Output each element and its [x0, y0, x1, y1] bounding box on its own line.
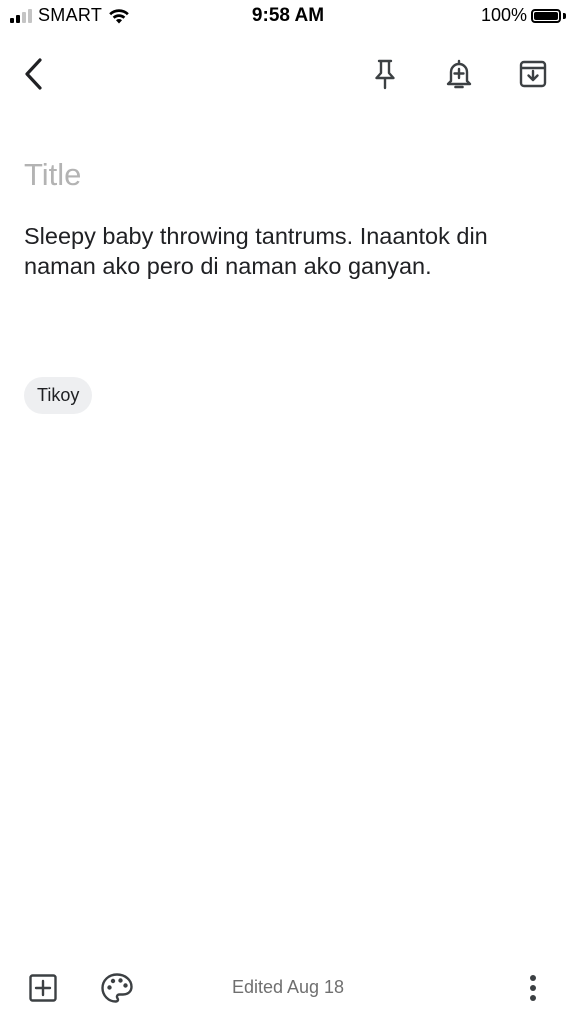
archive-button[interactable] [509, 50, 557, 98]
note-toolbar [0, 50, 576, 100]
battery-icon [531, 8, 561, 23]
more-options-button[interactable] [509, 962, 557, 1014]
note-title-input[interactable] [24, 152, 544, 198]
edited-timestamp: Edited Aug 18 [231, 977, 345, 997]
note-editor-screen: SMART 9:58 AM 100% Title Sleepy baby thr… [0, 0, 576, 1024]
battery-percent: 100% [480, 5, 527, 25]
bottom-bar: Edited Aug 18 [0, 962, 576, 1014]
battery-level [534, 11, 558, 20]
reminder-button[interactable] [435, 50, 483, 98]
pin-button[interactable] [361, 50, 409, 98]
status-right: 100% [481, 5, 566, 26]
battery-tip [563, 12, 566, 19]
note-body-text[interactable]: Sleepy baby throwing tantrums. Inaantok … [24, 221, 554, 281]
back-button[interactable] [10, 50, 58, 98]
archive-icon [519, 60, 547, 88]
more-vertical-icon [530, 975, 536, 1001]
status-bar: SMART 9:58 AM 100% [0, 0, 576, 32]
label-chip-tikoy[interactable]: Tikoy [24, 377, 93, 414]
chevron-left-icon [25, 58, 42, 90]
bell-plus-icon [446, 59, 472, 89]
pin-icon [375, 59, 395, 90]
